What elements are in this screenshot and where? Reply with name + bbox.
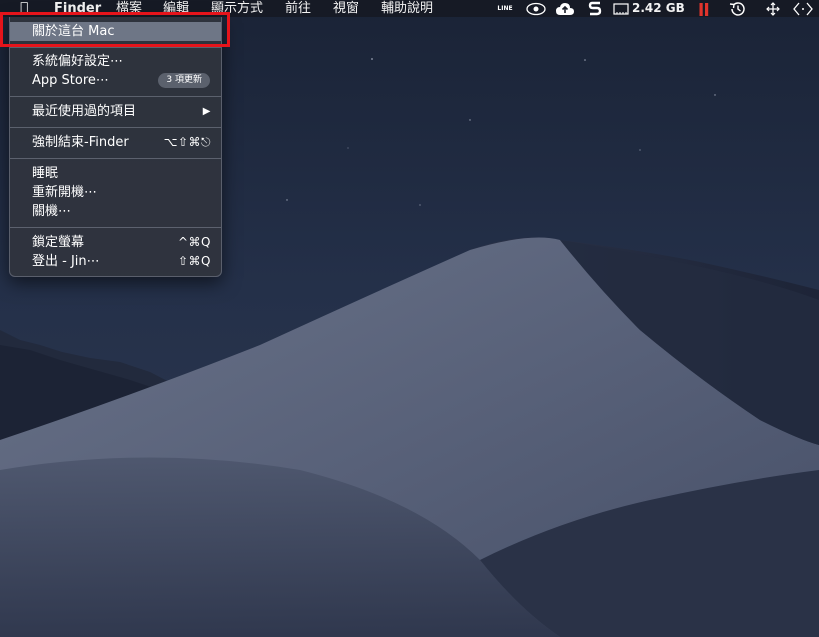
code-brackets-icon[interactable] — [792, 0, 814, 17]
menu-item-system-preferences[interactable]: 系統偏好設定⋯ — [10, 52, 221, 71]
eye-status-icon[interactable] — [525, 0, 547, 17]
menu-window[interactable]: 視窗 — [333, 0, 359, 17]
menu-item-label: 重新開機⋯ — [32, 185, 98, 200]
menu-item-lock-screen[interactable]: 鎖定螢幕 ^⌘Q — [10, 233, 221, 252]
menu-item-label: 關機⋯ — [32, 204, 72, 219]
menu-go[interactable]: 前往 — [285, 0, 311, 17]
menu-separator — [10, 127, 221, 128]
move-arrows-icon[interactable] — [764, 0, 782, 17]
menu-item-recent-items[interactable]: 最近使用過的項目 ▶ — [10, 102, 221, 121]
menu-item-restart[interactable]: 重新開機⋯ — [10, 183, 221, 202]
menu-separator — [10, 47, 221, 48]
menu-separator — [10, 158, 221, 159]
menu-item-label: 登出 - Jin⋯ — [32, 254, 100, 269]
menu-item-shut-down[interactable]: 關機⋯ — [10, 202, 221, 221]
cpu-meter-icon[interactable] — [697, 0, 711, 17]
menu-separator — [10, 227, 221, 228]
s-app-icon[interactable] — [586, 0, 604, 17]
menu-item-force-quit[interactable]: 強制結束-Finder ⌥⇧⌘⎋ — [10, 133, 221, 152]
menu-separator — [10, 96, 221, 97]
update-count-badge: 3 項更新 — [158, 73, 210, 88]
highlight-annotation-frame — [0, 12, 230, 47]
menu-item-label: 強制結束-Finder — [32, 135, 129, 150]
menu-item-sleep[interactable]: 睡眠 — [10, 164, 221, 183]
menu-item-label: 鎖定螢幕 — [32, 235, 85, 250]
menu-item-app-store[interactable]: App Store⋯ 3 項更新 — [10, 71, 221, 90]
memory-card-icon[interactable] — [612, 0, 630, 17]
line-app-icon[interactable]: LINE — [495, 0, 515, 17]
menu-item-log-out[interactable]: 登出 - Jin⋯ ⇧⌘Q — [10, 252, 221, 271]
keyboard-shortcut: ^⌘Q — [178, 235, 211, 249]
menu-item-label: App Store⋯ — [32, 73, 109, 88]
memory-usage-text[interactable]: 2.42 GB — [632, 0, 685, 17]
menu-item-label: 睡眠 — [32, 166, 59, 181]
cloud-upload-icon[interactable] — [554, 0, 576, 17]
menu-help[interactable]: 輔助說明 — [381, 0, 433, 17]
submenu-arrow-icon: ▶ — [202, 106, 211, 117]
keyboard-shortcut: ⌥⇧⌘⎋ — [163, 135, 211, 149]
keyboard-shortcut: ⇧⌘Q — [178, 254, 211, 268]
apple-menu-dropdown: 關於這台 Mac 系統偏好設定⋯ App Store⋯ 3 項更新 最近使用過的… — [9, 17, 222, 277]
menu-item-label: 最近使用過的項目 — [32, 104, 137, 119]
time-machine-icon[interactable] — [728, 0, 748, 17]
menu-item-label: 系統偏好設定⋯ — [32, 54, 124, 69]
